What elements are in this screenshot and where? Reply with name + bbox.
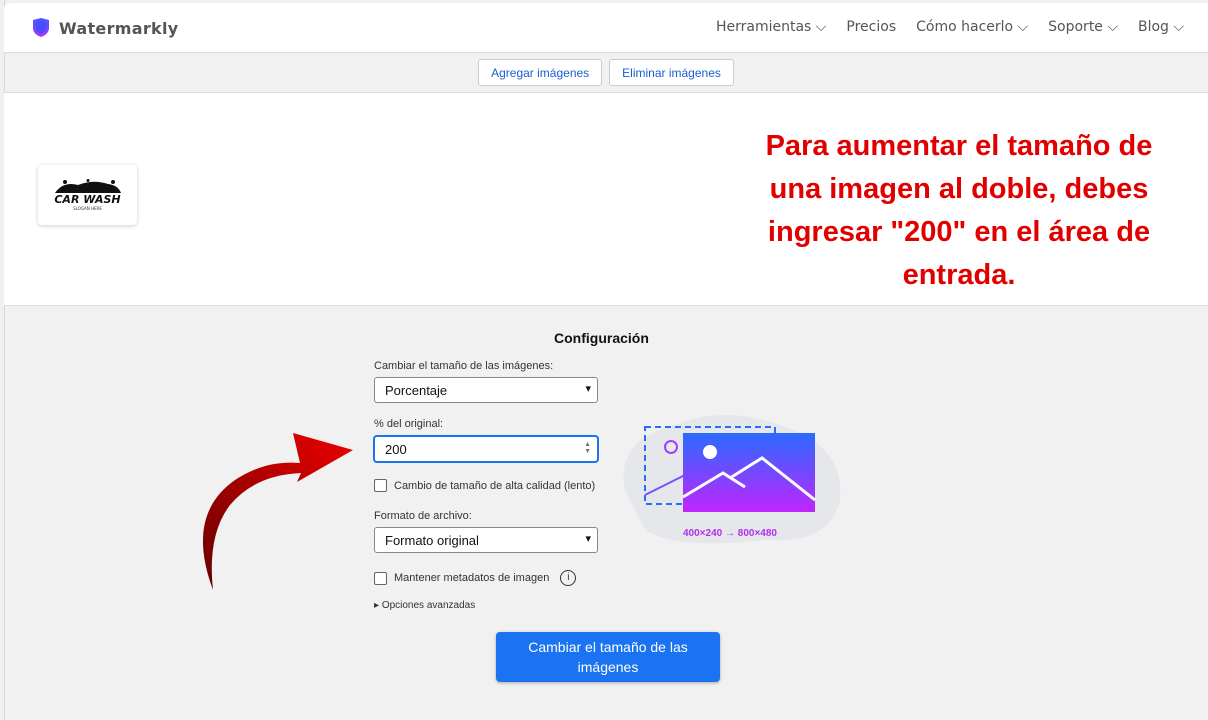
hq-checkbox[interactable]: Cambio de tamaño de alta calidad (lento) <box>374 479 595 492</box>
red-arrow-icon <box>202 433 353 590</box>
format-label: Formato de archivo: <box>374 510 472 522</box>
add-images-button[interactable]: Agregar imágenes <box>478 59 603 86</box>
nav-pricing[interactable]: Precios <box>846 19 896 35</box>
nav-howto[interactable]: Cómo hacerlo ⌵ <box>916 19 1028 35</box>
logo[interactable]: Watermarkly <box>32 18 178 38</box>
checkbox-icon[interactable] <box>374 571 387 585</box>
resize-label: Cambiar el tamaño de las imágenes: <box>374 360 554 372</box>
instruction-note: Para aumentar el tamaño de una imagen al… <box>765 130 1153 291</box>
car-wash-logo <box>54 179 121 193</box>
shield-icon <box>33 18 49 37</box>
nav-tools[interactable]: Herramientas ⌵ <box>716 19 826 35</box>
stepper-icon[interactable]: ▲ ▼ <box>584 441 591 455</box>
nav-blog[interactable]: Blog ⌵ <box>1138 19 1184 35</box>
percent-label: % del original: <box>374 418 444 430</box>
brand-name: Watermarkly <box>59 18 179 38</box>
preview-area: CAR WASH SLOGAN HERE Para aumentar el ta… <box>4 93 1208 306</box>
nav-support[interactable]: Soporte ⌵ <box>1048 19 1118 35</box>
illustration-caption: 400×240 → 800×480 <box>683 528 777 539</box>
settings-title: Configuración <box>554 330 649 346</box>
toolbar: Agregar imágenes Eliminar imágenes <box>4 53 1208 93</box>
thumb-text: CAR WASH <box>54 193 121 206</box>
resize-images-button[interactable]: Cambiar el tamaño de las imágenes <box>496 632 720 682</box>
chevron-down-icon: ▾ <box>585 533 591 545</box>
thumb-slogan: SLOGAN HERE <box>73 206 102 211</box>
advanced-options-toggle[interactable]: ▸ Opciones avanzadas <box>374 600 475 611</box>
resize-illustration: 400×240 → 800×480 <box>623 415 841 544</box>
info-icon[interactable]: i <box>560 570 577 586</box>
checkbox-icon[interactable] <box>374 479 387 492</box>
image-thumbnail[interactable]: CAR WASH SLOGAN HERE <box>38 165 137 225</box>
chevron-down-icon: ▾ <box>585 383 591 395</box>
metadata-checkbox[interactable]: Mantener metadatos de imagen i <box>374 570 577 586</box>
resize-mode-select[interactable]: Porcentaje ▾ <box>374 377 598 403</box>
header: Watermarkly Herramientas ⌵ Precios Cómo … <box>4 3 1208 53</box>
main-nav: Herramientas ⌵ Precios Cómo hacerlo ⌵ So… <box>716 19 1184 35</box>
format-select[interactable]: Formato original ▾ <box>374 527 598 553</box>
remove-images-button[interactable]: Eliminar imágenes <box>609 59 734 86</box>
percent-input[interactable]: 200 ▲ ▼ <box>374 436 598 462</box>
